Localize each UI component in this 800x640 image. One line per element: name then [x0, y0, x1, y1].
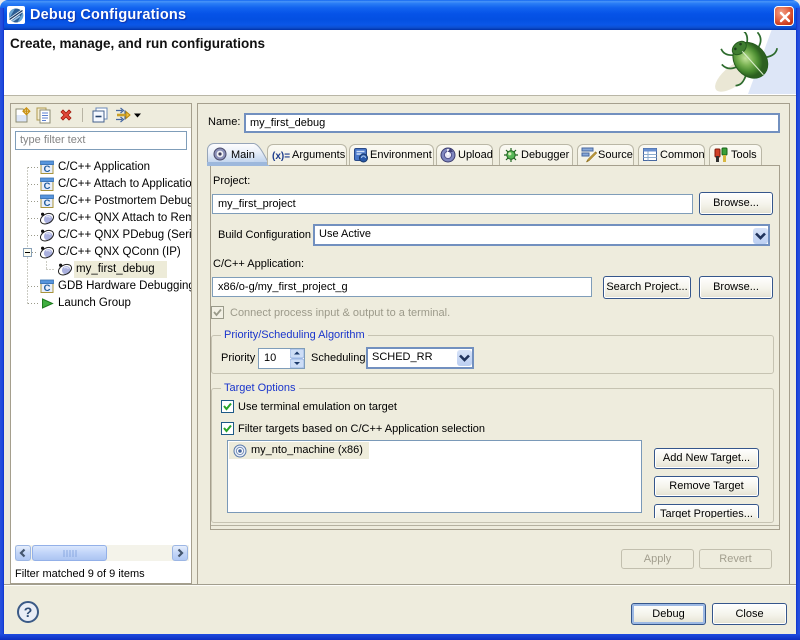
svg-text:C: C [44, 198, 51, 209]
svg-text:C: C [44, 283, 51, 294]
svg-text:C: C [44, 164, 51, 175]
svg-text:C: C [44, 181, 51, 192]
svg-text:(x)=: (x)= [272, 151, 290, 162]
